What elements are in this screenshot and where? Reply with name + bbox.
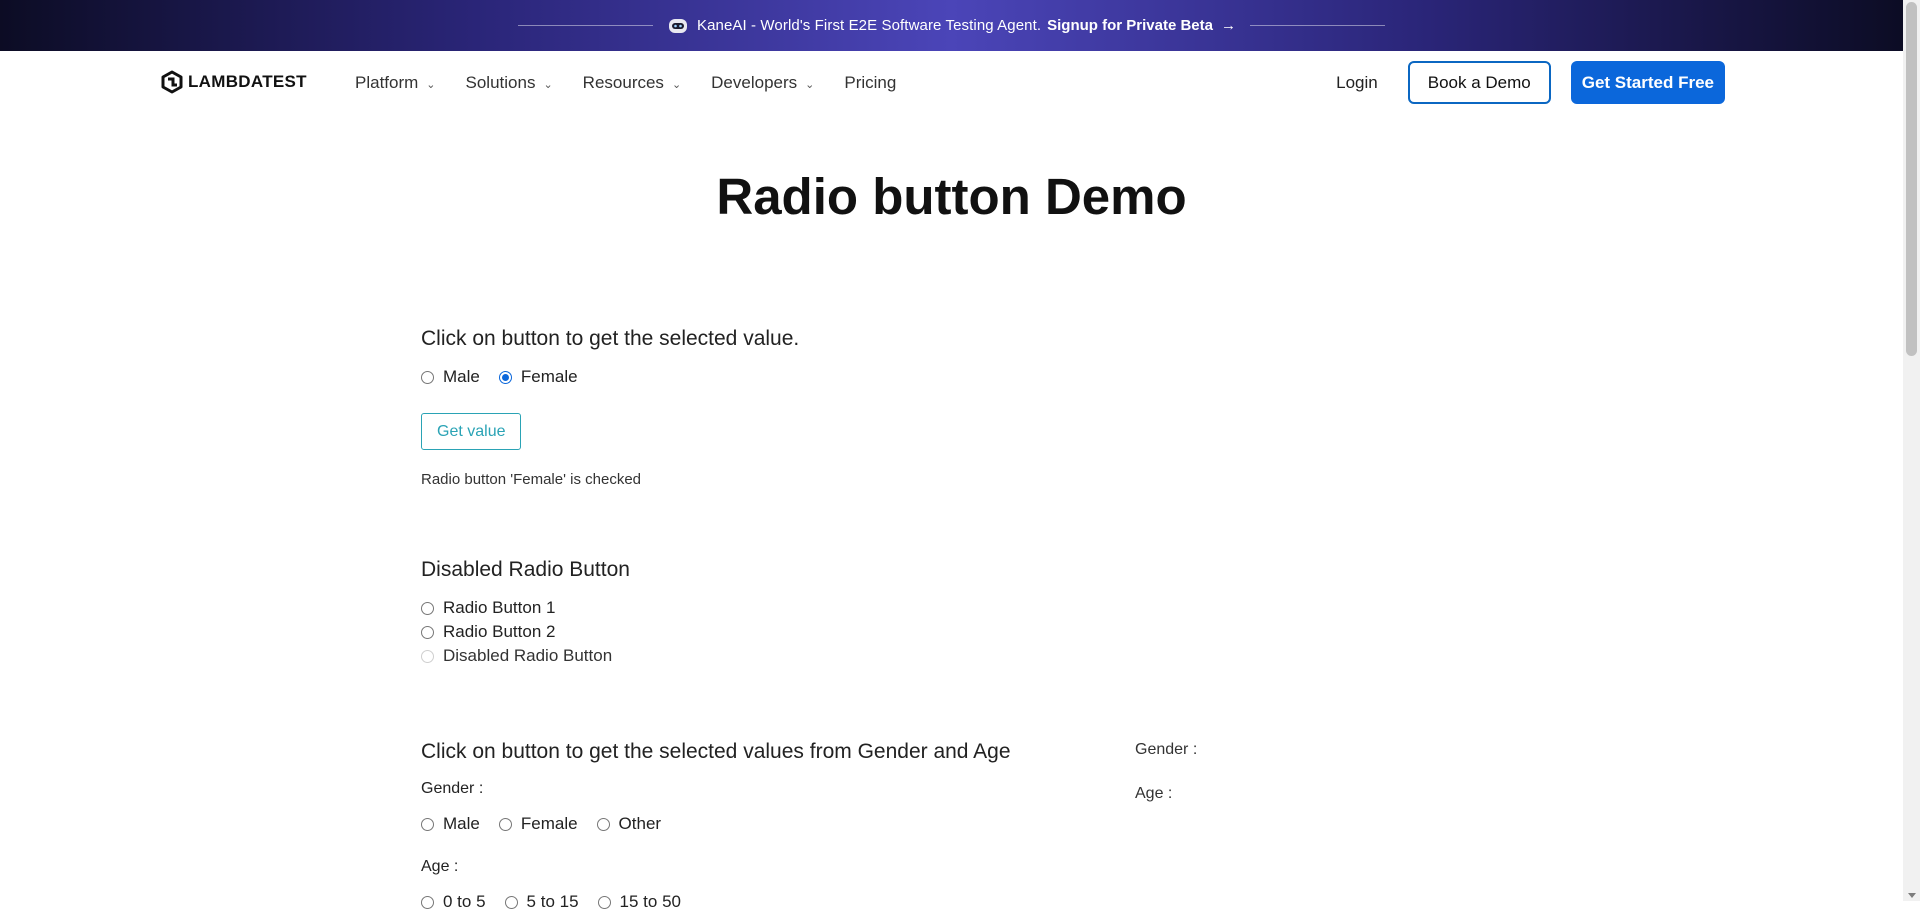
banner-signup-link[interactable]: Signup for Private Beta [1047, 17, 1213, 34]
scroll-down-arrow-icon[interactable] [1908, 893, 1916, 898]
radio-gender-female[interactable] [498, 817, 512, 831]
book-demo-button[interactable]: Book a Demo [1407, 61, 1551, 104]
scrollbar-thumb[interactable] [1906, 2, 1917, 356]
gender-age-section: Click on button to get the selected valu… [421, 740, 1011, 764]
nav-item-label: Solutions [465, 73, 536, 92]
radio-option-row: Radio Button 1 [421, 598, 555, 618]
radio-label: 15 to 50 [619, 892, 681, 911]
chevron-down-icon: ⌄ [671, 78, 682, 91]
radio-label: Radio Button 1 [443, 598, 556, 617]
nav-item-pricing[interactable]: Pricing [844, 73, 896, 93]
radio-button-2[interactable] [421, 625, 434, 639]
lambdatest-logo-icon [161, 70, 183, 94]
radio-label: 5 to 15 [526, 892, 579, 911]
nav-item-platform[interactable]: Platform ⌄ [355, 73, 436, 93]
radio-gender-male[interactable] [421, 817, 434, 831]
nav-item-solutions[interactable]: Solutions ⌄ [466, 73, 553, 93]
top-navbar: LAMBDATEST Platform ⌄ Solutions ⌄ Resour… [0, 51, 1903, 115]
age-label: Age : [421, 858, 459, 875]
page-scrollbar[interactable] [1903, 0, 1920, 901]
banner-message: KaneAI - World's First E2E Software Test… [696, 17, 1042, 34]
chevron-down-icon: ⌄ [426, 78, 436, 91]
radio-male[interactable] [421, 370, 434, 384]
page-title: Radio button Demo [716, 168, 1187, 225]
nav-item-label: Platform [355, 73, 419, 92]
result-age-label: Age : [1135, 785, 1173, 802]
chevron-down-icon: ⌄ [805, 78, 815, 91]
radio-age-0-5[interactable] [421, 895, 434, 909]
radio-age-5-15[interactable] [504, 895, 518, 909]
gender-options-group: Male Female Other [421, 814, 661, 834]
robot-icon [667, 16, 689, 36]
radio-button-1[interactable] [421, 601, 434, 615]
get-started-button[interactable]: Get Started Free [1570, 61, 1725, 104]
logo[interactable]: LAMBDATEST [160, 70, 307, 94]
radio-gender-other[interactable] [596, 817, 610, 831]
radio-label: Male [443, 367, 480, 386]
nav-item-resources[interactable]: Resources ⌄ [583, 73, 681, 93]
get-value-button[interactable]: Get value [421, 413, 522, 450]
get-value-wrap: Get value [421, 413, 522, 450]
radio-label: Radio Button 2 [443, 622, 556, 641]
selected-value-result: Radio button 'Female' is checked [421, 471, 642, 488]
result-gender-label: Gender : [1135, 741, 1198, 758]
radio-option-row: Disabled Radio Button [421, 646, 612, 666]
radio-label: Female [520, 814, 578, 833]
radio-age-15-50[interactable] [597, 895, 611, 909]
nav-item-label: Developers [711, 73, 798, 92]
radio-label: 0 to 5 [443, 892, 486, 911]
radio-label: Other [618, 814, 662, 833]
nav-actions: Login Book a Demo Get Started Free [1336, 61, 1725, 104]
section-heading: Disabled Radio Button [421, 558, 630, 581]
nav-item-label: Pricing [844, 73, 897, 92]
logo-text: LAMBDATEST [188, 72, 307, 91]
banner-divider-right [1250, 25, 1385, 26]
age-options-group: 0 to 5 5 to 15 15 to 50 [421, 892, 681, 912]
login-link[interactable]: Login [1336, 73, 1378, 93]
radio-label: Male [443, 814, 480, 833]
nav-item-developers[interactable]: Developers ⌄ [711, 73, 814, 93]
arrow-right-icon: → [1221, 17, 1236, 34]
chevron-down-icon: ⌄ [543, 78, 553, 91]
gender-label: Gender : [421, 780, 484, 797]
radio-option-row: Radio Button 2 [421, 622, 555, 642]
disabled-radio-section: Disabled Radio Button [421, 558, 630, 582]
single-select-section: Click on button to get the selected valu… [421, 327, 799, 351]
nav-item-label: Resources [582, 73, 664, 92]
radio-label: Female [520, 367, 578, 386]
radio-disabled [421, 649, 434, 663]
main-menu: Platform ⌄ Solutions ⌄ Resources ⌄ Devel… [355, 73, 926, 93]
radio-female[interactable] [498, 370, 512, 384]
section-heading: Click on button to get the selected valu… [421, 327, 800, 350]
announcement-banner[interactable]: KaneAI - World's First E2E Software Test… [0, 0, 1903, 51]
gender-radio-group: Male Female [421, 367, 578, 387]
section-heading: Click on button to get the selected valu… [421, 740, 1011, 763]
banner-divider-left [517, 25, 653, 26]
radio-label: Disabled Radio Button [443, 646, 613, 665]
